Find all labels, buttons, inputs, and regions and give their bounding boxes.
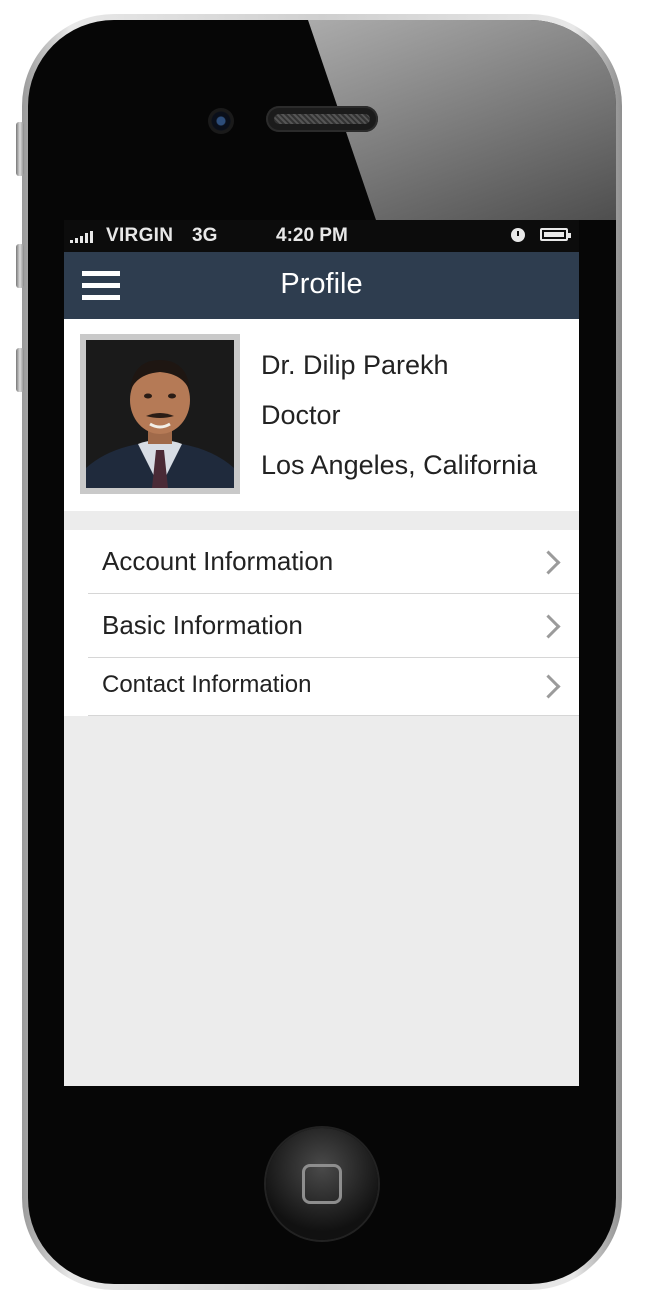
front-camera <box>208 108 234 134</box>
menu-item-basic-information[interactable]: Basic Information <box>64 594 579 658</box>
profile-name: Dr. Dilip Parekh <box>261 350 449 380</box>
alarm-clock-icon <box>511 228 525 242</box>
avatar <box>80 334 240 494</box>
divider <box>88 715 579 716</box>
menu-item-label: Contact Information <box>102 671 312 698</box>
profile-card: Dr. Dilip Parekh Doctor Los Angeles, Cal… <box>64 319 579 511</box>
chevron-right-icon <box>536 674 561 699</box>
earpiece-speaker <box>266 106 378 132</box>
status-time: 4:20 PM <box>276 225 348 246</box>
page-title: Profile <box>280 268 363 300</box>
carrier-name: VIRGIN <box>106 225 174 246</box>
profile-role: Doctor <box>261 400 341 430</box>
phone-screen: VIRGIN 3G 4:20 PM Profile Dr. Dilip Pare… <box>64 220 579 1086</box>
chevron-right-icon <box>536 550 561 575</box>
menu-item-label: Account Information <box>102 546 334 576</box>
profile-location: Los Angeles, California <box>261 450 538 480</box>
battery-full-icon <box>540 228 571 241</box>
chevron-right-icon <box>536 614 561 639</box>
menu-item-label: Basic Information <box>102 610 303 640</box>
nav-bar: Profile <box>64 252 579 319</box>
home-square-icon <box>302 1164 342 1204</box>
mute-switch <box>16 122 24 176</box>
profile-menu-list: Account Information Basic Information Co… <box>64 530 579 716</box>
signal-strength-icon <box>70 231 93 243</box>
network-type: 3G <box>192 225 218 246</box>
volume-up-button <box>16 244 24 288</box>
status-bar: VIRGIN 3G 4:20 PM <box>64 220 579 252</box>
home-button[interactable] <box>266 1128 378 1240</box>
menu-item-contact-information[interactable]: Contact Information <box>64 658 579 716</box>
volume-down-button <box>16 348 24 392</box>
menu-item-account-information[interactable]: Account Information <box>64 530 579 594</box>
